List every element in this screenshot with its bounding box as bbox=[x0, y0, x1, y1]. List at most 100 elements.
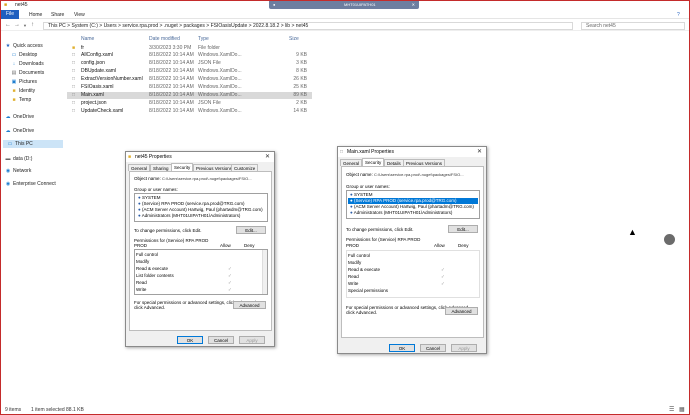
dialog-title: net45 Properties bbox=[135, 154, 172, 160]
cancel-button[interactable]: Cancel bbox=[420, 344, 446, 352]
recent-chevron-icon[interactable]: ▼ bbox=[23, 23, 27, 28]
table-row[interactable]: □ project.json 8/18/2022 10:14 AM JSON File… bbox=[67, 100, 312, 107]
table-row[interactable]: □ FSIOasis.xaml 8/18/2022 10:14 AM Windows.… bbox=[67, 84, 312, 91]
advanced-button[interactable]: Advanced bbox=[445, 307, 478, 315]
tab-customize[interactable]: Customize bbox=[231, 164, 259, 171]
object-name-value: C:\Users\service.rpa.prod\.nuget\package… bbox=[162, 176, 252, 181]
nav-item-downloads[interactable]: ↓ Downloads bbox=[11, 60, 44, 68]
list-item[interactable]: ● Administrators (MHT01UIPATH01\Administ… bbox=[136, 213, 240, 219]
edit-button[interactable]: Edit... bbox=[448, 225, 478, 233]
object-name-label: Object name: bbox=[346, 172, 373, 177]
large-icons-view-icon[interactable]: ▦ bbox=[679, 406, 685, 413]
deny-header: Deny bbox=[458, 243, 469, 248]
checkmark-icon: ✓ bbox=[441, 281, 445, 286]
ok-button[interactable]: OK bbox=[389, 344, 415, 352]
tab-details[interactable]: Details bbox=[384, 159, 404, 166]
apply-button[interactable]: Apply bbox=[451, 344, 477, 352]
group-name: (Service) RPA PROD (service.rpa.prod@TRG… bbox=[353, 198, 457, 203]
column-header-name[interactable]: Name bbox=[81, 36, 94, 42]
change-permissions-text: To change permissions, click Edit. bbox=[346, 227, 414, 232]
permission-name: Write bbox=[348, 281, 359, 286]
pin-icon[interactable]: ● bbox=[273, 1, 275, 9]
tab-security[interactable]: Security bbox=[171, 163, 194, 171]
close-icon[interactable]: ✕ bbox=[265, 153, 270, 160]
nav-item-temp[interactable]: ■ Temp bbox=[11, 96, 31, 104]
tab-general[interactable]: General bbox=[340, 159, 363, 166]
column-header-size[interactable]: Size bbox=[289, 36, 299, 42]
group-list[interactable]: ● SYSTEM ● (Service) RPA PROD (service.r… bbox=[134, 193, 268, 222]
table-row[interactable]: □ UpdateCheck.xaml 8/18/2022 10:14 AM Windo… bbox=[67, 108, 312, 115]
item-count: 9 items bbox=[5, 407, 22, 413]
file-name: DBUpdate.xaml bbox=[81, 68, 117, 74]
file-name: project.json bbox=[81, 100, 107, 106]
table-row[interactable]: □ ExtractVersionNumber.xaml 8/18/2022 10:1… bbox=[67, 76, 312, 83]
nav-item-enterprise-connect[interactable]: ◉ Enterprise Connect bbox=[5, 180, 56, 188]
permission-row: Read & execute ✓ bbox=[348, 266, 445, 273]
apply-button[interactable]: Apply bbox=[239, 336, 265, 344]
table-row-selected[interactable]: □ Main.xaml 8/18/2022 10:14 AM Windows.Xaml… bbox=[67, 92, 312, 99]
nav-item-this-pc[interactable]: ▭ This PC bbox=[3, 140, 63, 148]
tab-previous-versions[interactable]: Previous Versions bbox=[403, 159, 446, 166]
back-arrow-icon[interactable]: ← bbox=[5, 22, 11, 28]
tab-security[interactable]: Security bbox=[362, 158, 385, 166]
tab-view[interactable]: View bbox=[74, 11, 85, 19]
allow-header: Allow bbox=[434, 243, 445, 248]
status-bar: 9 items 1 item selected 88.1 KB ☰ ▦ bbox=[1, 406, 689, 415]
nav-item-network[interactable]: ◉ Network bbox=[5, 167, 32, 175]
column-header-type[interactable]: Type bbox=[198, 36, 209, 42]
permission-row: Full control bbox=[348, 252, 370, 259]
nav-item-label: Quick access bbox=[13, 43, 43, 49]
address-bar[interactable]: This PC > System (C:) > Users > service.… bbox=[43, 22, 573, 30]
permission-row: Write ✓ bbox=[136, 286, 232, 293]
tab-general[interactable]: General bbox=[128, 164, 151, 171]
search-input[interactable]: Search net45 bbox=[581, 22, 685, 30]
address-row: ← → ▼ ↑ This PC > System (C:) > Users > … bbox=[1, 20, 689, 31]
file-date: 8/18/2022 10:14 AM bbox=[149, 60, 194, 66]
tab-previous-versions[interactable]: Previous Versions bbox=[193, 164, 236, 171]
permission-row: Modify bbox=[348, 259, 361, 266]
nav-item-label: Enterprise Connect bbox=[13, 181, 56, 187]
nav-item-identity[interactable]: ■ Identity bbox=[11, 87, 35, 95]
close-icon[interactable]: ✕ bbox=[477, 148, 482, 155]
ok-button[interactable]: OK bbox=[177, 336, 203, 344]
table-row[interactable]: □ config.json 8/18/2022 10:14 AM JSON File 3… bbox=[67, 60, 312, 67]
avatar[interactable] bbox=[663, 233, 676, 246]
document-icon: ▤ bbox=[11, 70, 17, 76]
advanced-button[interactable]: Advanced bbox=[233, 301, 266, 309]
nav-item-quick-access[interactable]: ★ Quick access bbox=[5, 42, 43, 50]
tab-share[interactable]: Share bbox=[51, 11, 64, 19]
nav-item-onedrive-2[interactable]: ☁ OneDrive bbox=[5, 127, 35, 135]
edit-button[interactable]: Edit... bbox=[236, 226, 266, 234]
tab-sharing[interactable]: Sharing bbox=[150, 164, 172, 171]
nav-item-pictures[interactable]: ▣ Pictures bbox=[11, 78, 37, 86]
forward-arrow-icon[interactable]: → bbox=[14, 22, 20, 28]
user-icon: ● bbox=[138, 201, 141, 206]
file-size: 9 KB bbox=[296, 52, 307, 58]
close-icon[interactable]: ✕ bbox=[412, 1, 415, 9]
column-header-date[interactable]: Date modified bbox=[149, 36, 180, 42]
list-item[interactable]: ● Administrators (MHT01UIPATH01\Administ… bbox=[348, 210, 452, 216]
group-list[interactable]: ● SYSTEM ● (Service) RPA PROD (service.r… bbox=[346, 190, 480, 219]
permission-name: Write bbox=[136, 287, 147, 292]
scrollbar[interactable] bbox=[262, 250, 267, 294]
nav-item-onedrive[interactable]: ☁ OneDrive bbox=[5, 113, 35, 121]
cloud-icon: ☁ bbox=[5, 128, 11, 134]
file-size: 8 KB bbox=[296, 68, 307, 74]
file-size: 26 KB bbox=[293, 76, 307, 82]
nav-item-label: Network bbox=[13, 168, 32, 174]
tab-home[interactable]: Home bbox=[29, 11, 42, 19]
table-row[interactable]: ■ fr 3/30/2023 3:30 PM File folder bbox=[67, 45, 312, 52]
help-icon[interactable]: ? bbox=[677, 11, 680, 19]
nav-item-data-drive[interactable]: ▬ data (D:) bbox=[5, 155, 33, 163]
table-row[interactable]: □ DBUpdate.xaml 8/18/2022 10:14 AM Windows.… bbox=[67, 68, 312, 75]
remote-session-bar[interactable]: ● MHT01UIPATH01 ✕ bbox=[269, 1, 419, 9]
details-view-icon[interactable]: ☰ bbox=[669, 406, 674, 413]
file-date: 8/18/2022 10:14 AM bbox=[149, 84, 194, 90]
up-arrow-icon[interactable]: ↑ bbox=[31, 22, 34, 28]
nav-item-documents[interactable]: ▤ Documents bbox=[11, 69, 45, 77]
tab-file[interactable]: File bbox=[1, 10, 19, 19]
nav-item-desktop[interactable]: ▭ Desktop bbox=[11, 51, 38, 59]
file-icon: □ bbox=[72, 52, 76, 58]
cancel-button[interactable]: Cancel bbox=[208, 336, 234, 344]
table-row[interactable]: □ AllConfig.xaml 8/18/2022 10:14 AM Windows… bbox=[67, 52, 312, 59]
